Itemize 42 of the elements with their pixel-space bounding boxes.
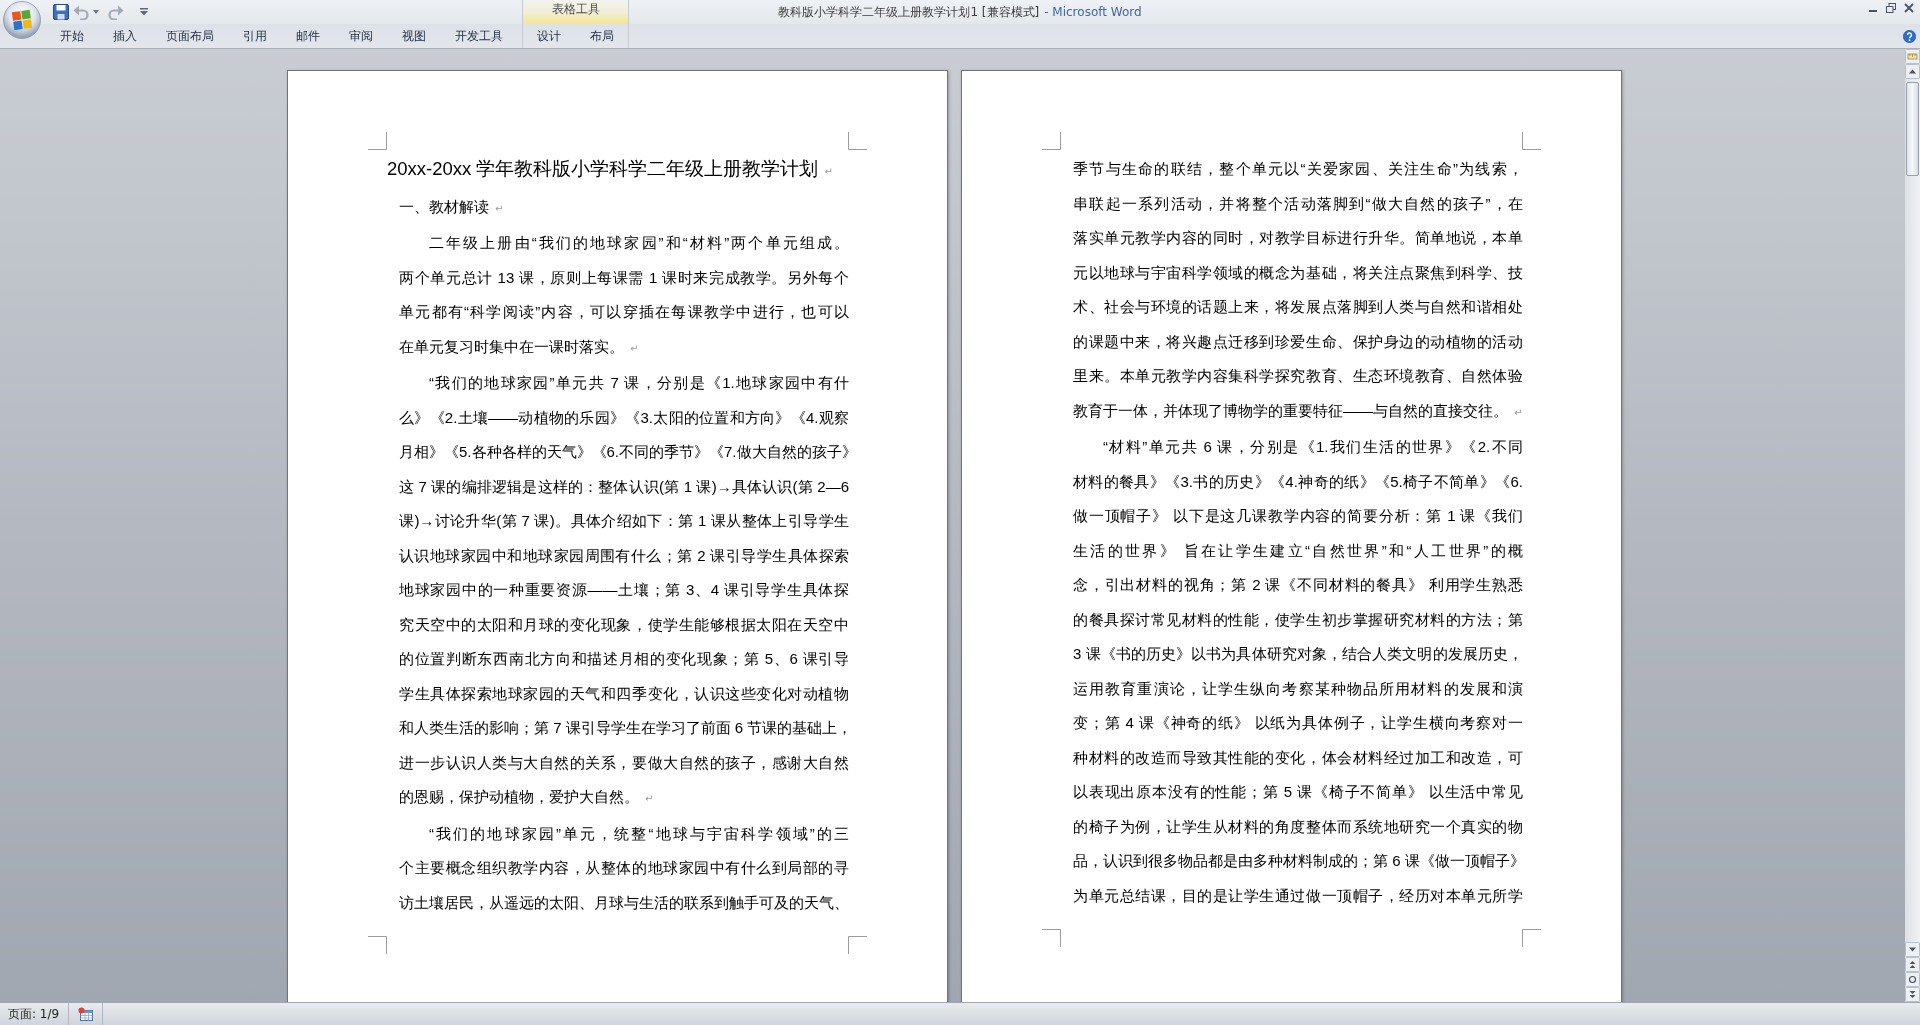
body-paragraph: “我们的地球家园”单元共 7 课，分别是《1.地球家园中有什 么》《2.土壤——动植物的乐园》《3.太阳的位置和方向》《4.观察 月相》《5.各种各样的天气》《6.不同的季节》《7.做大自然的孩子》 这 7 课的编排逻辑是这样的：整体认识(第 1 课)→具体认识(第 2—6 课)→讨论升华(第 7 课)。具体介绍如下：第 1 课从整体上引导学生 认识地球家园中和地球家园周围有什么；第 2 课引导学生具体探索 地球家园中的一种重要资源——土壤；第 3、4 课引导学生具体探 究天空中的太阳和月球的变化现象，使学生能够根据太阳在天空中 的位置判断东西南北方向和描述月相的变化现象；第 5、6 课引导 学生具体探索地球家园的天气和四季变化，认识这些变化对动植物 和人类生活的影响；第 7 课引导学生在学习了前面 6 节课的基础上， 进一步认识人类与大自然的关系，要做大自然的孩子，感谢大自然 的恩赐，保护动植物，爱护大自然。 ↵: [398, 373, 849, 807]
body-paragraph: “我们的地球家园”单元，统整“地球与宇宙科学领域”的三 个主要概念组织教学内容，从整体的地球家园中有什么到局部的寻 访土壤居民，从遥远的太阳、月球与生活的联系到触手可及的天气、: [398, 823, 849, 913]
previous-page-icon[interactable]: [1905, 957, 1920, 972]
ribbon-tab[interactable]: 布局: [576, 24, 628, 48]
close-icon[interactable]: [1904, 3, 1914, 13]
restore-icon[interactable]: [1886, 3, 1896, 13]
window-title: 教科版小学科学二年级上册教学计划1 [兼容模式]: [778, 4, 1040, 20]
ribbon-tab[interactable]: 页面布局: [152, 24, 228, 48]
ribbon-tab[interactable]: 审阅: [335, 24, 387, 48]
scroll-down-icon[interactable]: [1905, 942, 1920, 957]
corner-mark-icon: [1042, 132, 1061, 150]
body-paragraph: 二年级上册由“我们的地球家园”和“材料”两个单元组成。 两个单元总计 13 课，原则上每课需 1 课时来完成教学。另外每个 单元都有“科学阅读”内容，可以穿插在每课教学中进行，也可以 在单元复习时集中在一课时落实。 ↵: [398, 233, 849, 357]
help-icon[interactable]: [1903, 29, 1916, 43]
browse-object-icon[interactable]: [1905, 972, 1920, 987]
ribbon-tab[interactable]: 邮件: [282, 24, 334, 48]
page-indicator[interactable]: 页面: 1/9: [0, 1003, 70, 1025]
section-heading: 一、教材解读 ↵: [398, 196, 505, 217]
ribbon-tab[interactable]: 开发工具: [441, 24, 517, 48]
tab-group-label: 表格工具: [522, 0, 629, 24]
ribbon-tab[interactable]: 开始: [46, 24, 98, 48]
corner-mark-icon: [368, 132, 387, 150]
caret-down-icon[interactable]: [140, 7, 148, 17]
scrollbar-thumb[interactable]: [1906, 82, 1919, 176]
body-paragraph: “材料”单元共 6 课，分别是《1.我们生活的世界》《2.不同 材料的餐具》《3.书的历史》《4.神奇的纸》《5.椅子不简单》《6. 做一顶帽子》 以下是这几课教学内容的简要分析：第 1 课《我们 生活的世界》 旨在让学生建立“自然世界”和“人工世界”的概 念，引出材料的视角；第 2 课《不同材料的餐具》 利用学生熟悉 的餐具探讨常见材料的性能，使学生初步掌握研究材料的方法；第 3 课《书的历史》以书为具体研究对象，结合人类文明的发展历史， 运用教育重演论，让学生纵向考察某种物品所用材料的发展和演 变；第 4 课《神奇的纸》 以纸为具体例子，让学生横向考察对一 种材料的改造而导致其性能的变化，体会材料经过加工和改造，可 以表现出原本没有的性能；第 5 课《椅子不简单》 以生活中常见 的椅子为例，让学生从材料的角度整体而系统地研究一个真实的物 品，认识到很多物品都是由多种材料制成的；第 6 课《做一顶帽子》 为单元总结课，目的是让学生通过做一顶帽子，经历对本单元所学: [1072, 437, 1523, 906]
next-page-icon[interactable]: [1905, 987, 1920, 1002]
scroll-up-icon[interactable]: [1905, 64, 1920, 79]
corner-mark-icon: [848, 132, 867, 150]
record-sheet-icon[interactable]: [78, 1007, 94, 1021]
ribbon-tab[interactable]: 引用: [229, 24, 281, 48]
corner-mark-icon: [1522, 132, 1541, 150]
logo-orb-icon[interactable]: [3, 1, 41, 39]
corner-mark-icon: [1522, 929, 1541, 947]
corner-mark-icon: [848, 936, 867, 954]
corner-mark-icon: [368, 936, 387, 954]
ribbon-tab[interactable]: 设计: [523, 24, 575, 48]
ribbon-tab[interactable]: 插入: [99, 24, 151, 48]
app-name: - Microsoft Word: [1044, 4, 1142, 20]
save-icon[interactable]: [53, 4, 69, 20]
body-paragraph: 季节与生命的联结，整个单元以“关爱家园、关注生命”为线索， 串联起一系列活动，并将整个活动落脚到“做大自然的孩子”，在 落实单元教学内容的同时，对教学目标进行升华。简单地说，本单 元以地球与宇宙科学领域的概念为基础，将关注点聚焦到科学、技 术、社会与环境的话题上来，将发展点落脚到人类与自然和谐相处 的课题中来，将兴趣点迁移到珍爱生命、保护身边的动植物的活动 里来。本单元教学内容集科学探究教育、生态环境教育、自然体验 教育于一体，并体现了博物学的重要特征——与自然的直接交往。 ↵: [1072, 159, 1523, 421]
corner-mark-icon: [1042, 929, 1061, 947]
ribbon-tab[interactable]: 视图: [388, 24, 440, 48]
document-title: 20xx-20xx 学年教科版小学科学二年级上册教学计划 ↵: [387, 157, 834, 181]
